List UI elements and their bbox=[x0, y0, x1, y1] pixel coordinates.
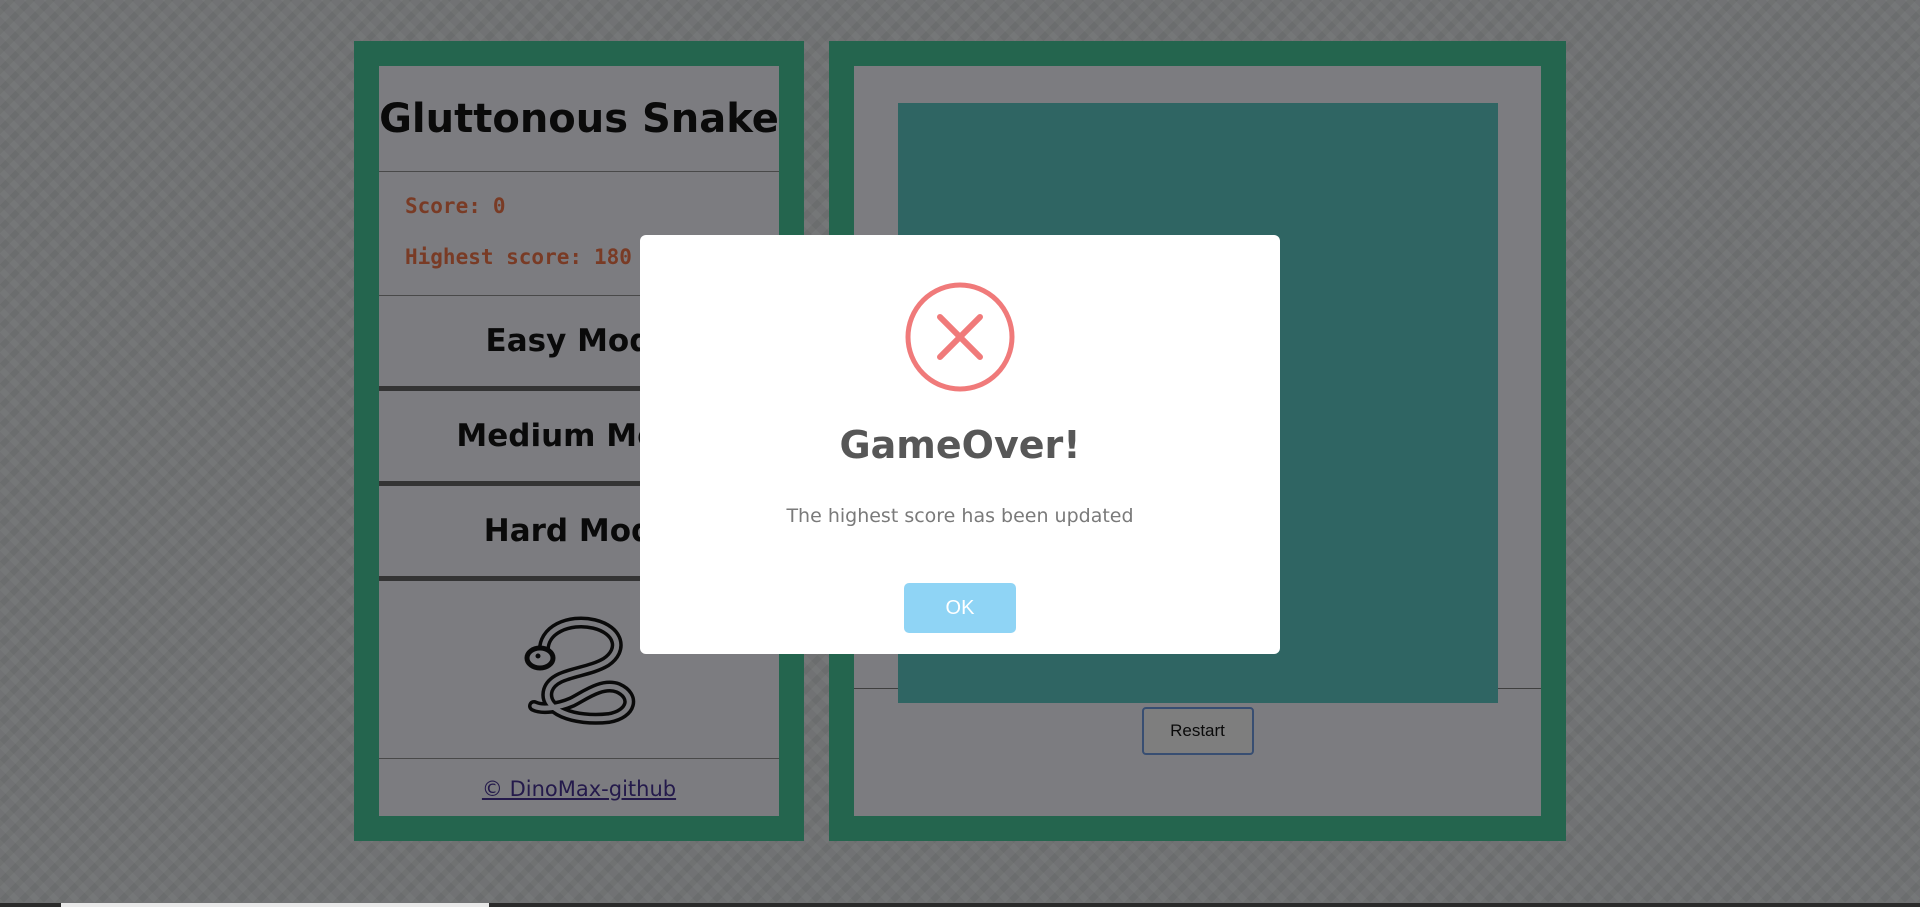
dialog-message: The highest score has been updated bbox=[786, 505, 1134, 527]
game-page: Gluttonous Snake Score: 0 Highest score:… bbox=[0, 0, 1920, 907]
bottom-strip-highlight bbox=[61, 903, 489, 907]
dialog-title: GameOver! bbox=[839, 423, 1081, 467]
ok-button[interactable]: OK bbox=[904, 583, 1016, 633]
game-over-dialog: GameOver! The highest score has been upd… bbox=[640, 235, 1280, 654]
error-x-icon bbox=[905, 282, 1015, 392]
